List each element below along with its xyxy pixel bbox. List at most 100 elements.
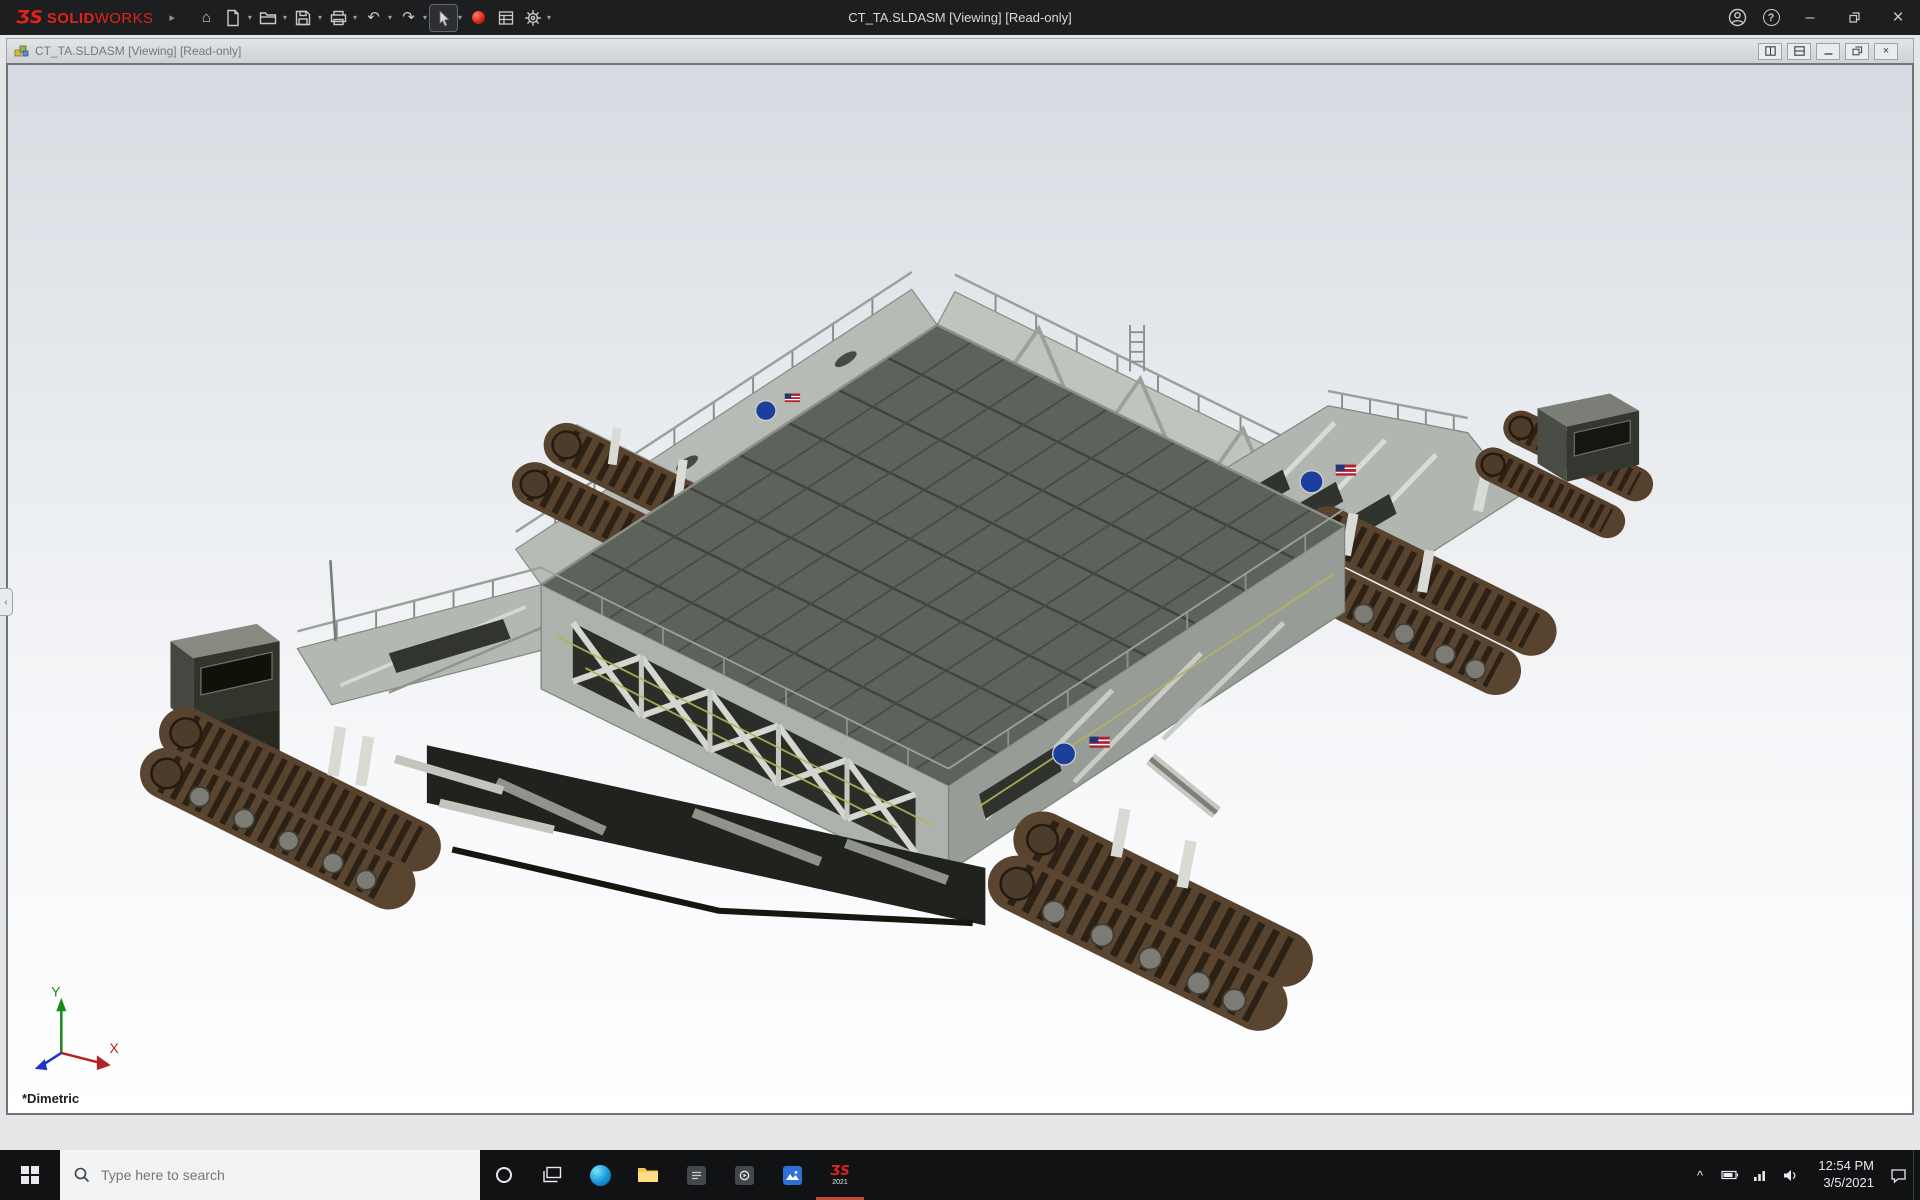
edge-button[interactable] [576, 1150, 624, 1200]
edge-icon [590, 1165, 611, 1186]
taskbar: ƷS 2021 ^ [0, 1150, 1920, 1200]
print-button[interactable] [325, 5, 352, 31]
clock-date: 3/5/2021 [1814, 1175, 1874, 1192]
open-folder-icon [259, 10, 277, 26]
pinned-app-3-button[interactable] [768, 1150, 816, 1200]
undo-button[interactable]: ↶ [360, 5, 387, 31]
collapse-arrow-icon: ‹ [4, 597, 7, 608]
document-window: CT_TA.SLDASM [Viewing] [Read-only] [6, 38, 1914, 1115]
app-title: CT_TA.SLDASM [Viewing] [Read-only] [848, 0, 1072, 35]
split-horizontal-button[interactable] [1787, 43, 1811, 60]
search-icon [74, 1167, 90, 1183]
task-view-button[interactable] [528, 1150, 576, 1200]
view-orientation-label: *Dimetric [22, 1091, 79, 1106]
clock-time: 12:54 PM [1814, 1158, 1874, 1175]
search-input[interactable] [101, 1167, 431, 1183]
battery-button[interactable] [1715, 1150, 1745, 1200]
restore-window-button[interactable] [1832, 0, 1876, 35]
3dexperience-sphere-icon [472, 11, 485, 24]
close-document-button[interactable]: × [1874, 43, 1898, 60]
solidworks-logo-text-light: WORKS [95, 10, 154, 27]
us-flag-front [1089, 737, 1109, 748]
model-bottom-track-unit [1001, 809, 1293, 1011]
undo-dropdown-icon[interactable]: ▾ [387, 13, 395, 22]
client-area: CT_TA.SLDASM [Viewing] [Read-only] [0, 35, 1920, 1150]
minimize-window-button[interactable]: – [1788, 0, 1832, 35]
battery-icon [1721, 1170, 1739, 1180]
split-vertical-button[interactable] [1758, 43, 1782, 60]
open-button[interactable] [255, 5, 282, 31]
screen: ƷS SOLID WORKS ▸ ⌂ ▾ ▾ [0, 0, 1920, 1200]
triad-x-label: X [110, 1041, 119, 1056]
undo-icon: ↶ [367, 10, 380, 25]
new-document-button[interactable] [220, 5, 247, 31]
close-icon: × [1892, 7, 1903, 29]
viewport-3d[interactable]: Y X *Dimetric [6, 63, 1914, 1115]
notification-bubble-icon [1890, 1168, 1907, 1183]
user-account-icon [1728, 8, 1747, 27]
orientation-triad[interactable]: Y X [35, 985, 119, 1070]
solidworks-taskbar-button[interactable]: ƷS 2021 [816, 1150, 864, 1200]
nasa-meatball-right [1300, 471, 1323, 493]
minimize-document-icon [1823, 46, 1834, 56]
select-tool-button[interactable] [430, 5, 457, 31]
home-button[interactable]: ⌂ [193, 5, 220, 31]
new-document-dropdown-icon[interactable]: ▾ [247, 13, 255, 22]
file-properties-button[interactable] [492, 5, 519, 31]
restore-document-icon [1852, 46, 1863, 56]
redo-dropdown-icon[interactable]: ▾ [422, 13, 430, 22]
tray-chevron-button[interactable]: ^ [1685, 1150, 1715, 1200]
solidworks-version-badge: 2021 [832, 1179, 848, 1186]
quick-access-toolbar: ⌂ ▾ ▾ ▾ [193, 5, 554, 31]
split-vertical-icon [1765, 46, 1776, 56]
task-view-icon [542, 1166, 562, 1184]
3dexperience-button[interactable] [465, 5, 492, 31]
close-document-icon: × [1883, 46, 1889, 57]
pinned-app-2-icon [735, 1166, 754, 1185]
solidworks-mark: ƷS [830, 1165, 849, 1178]
save-button[interactable] [290, 5, 317, 31]
home-icon: ⌂ [202, 10, 211, 25]
pinned-app-2-button[interactable] [720, 1150, 768, 1200]
close-window-button[interactable]: × [1876, 0, 1920, 35]
solidworks-logo-text-bold: SOLID [47, 10, 95, 27]
file-explorer-icon [637, 1166, 659, 1184]
account-button[interactable] [1720, 0, 1754, 35]
save-icon [295, 10, 311, 26]
minimize-document-button[interactable] [1816, 43, 1840, 60]
restore-icon [1849, 12, 1860, 23]
network-button[interactable] [1745, 1150, 1775, 1200]
pinned-app-1-icon [687, 1166, 706, 1185]
help-button[interactable]: ? [1754, 0, 1788, 35]
taskbar-clock[interactable]: 12:54 PM 3/5/2021 [1805, 1158, 1883, 1192]
windows-logo-icon [21, 1166, 39, 1184]
restore-document-button[interactable] [1845, 43, 1869, 60]
solidworks-taskbar-icon: ƷS 2021 [830, 1165, 849, 1186]
document-titlebar: CT_TA.SLDASM [Viewing] [Read-only] [6, 38, 1914, 63]
split-horizontal-icon [1794, 46, 1805, 56]
document-window-controls: × [1758, 43, 1906, 60]
taskbar-search[interactable] [60, 1150, 480, 1200]
pinned-app-3-icon [783, 1166, 802, 1185]
redo-button[interactable]: ↷ [395, 5, 422, 31]
new-document-icon [225, 9, 241, 27]
cortana-button[interactable] [480, 1150, 528, 1200]
show-desktop-button[interactable] [1913, 1150, 1920, 1200]
volume-button[interactable] [1775, 1150, 1805, 1200]
toolbar-expand-arrow-icon[interactable]: ▸ [161, 11, 183, 24]
save-dropdown-icon[interactable]: ▾ [317, 13, 325, 22]
file-properties-icon [498, 10, 514, 26]
pinned-app-1-button[interactable] [672, 1150, 720, 1200]
nasa-meatball-left [756, 401, 776, 421]
start-button[interactable] [0, 1150, 60, 1200]
us-flag-left [785, 393, 800, 402]
print-dropdown-icon[interactable]: ▾ [352, 13, 360, 22]
open-dropdown-icon[interactable]: ▾ [282, 13, 290, 22]
notification-center-button[interactable] [1883, 1150, 1913, 1200]
document-title: CT_TA.SLDASM [Viewing] [Read-only] [35, 44, 241, 58]
options-dropdown-icon[interactable]: ▾ [546, 13, 554, 22]
file-explorer-button[interactable] [624, 1150, 672, 1200]
select-tool-dropdown-icon[interactable]: ▾ [457, 13, 465, 22]
options-button[interactable] [519, 5, 546, 31]
featuremanager-collapse-tab[interactable]: ‹ [0, 588, 13, 616]
